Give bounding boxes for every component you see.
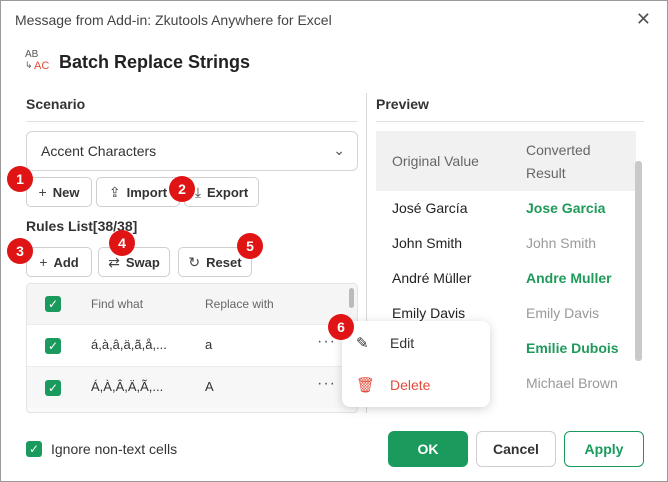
- original-value-cell: José García: [392, 200, 468, 216]
- more-options-icon[interactable]: ···: [317, 375, 336, 393]
- preview-row: José García Jose Garcia: [376, 191, 636, 226]
- delete-menu-item[interactable]: 🗑 Delete: [342, 365, 490, 405]
- apply-button[interactable]: Apply: [564, 431, 644, 467]
- export-button[interactable]: ⤓ Export: [184, 177, 259, 207]
- converted-result-cell: John Smith: [526, 235, 597, 251]
- original-value-cell: François Martin: [392, 410, 488, 413]
- original-value-header: Original Value: [392, 153, 479, 169]
- add-rule-button[interactable]: + Add: [26, 247, 92, 277]
- swap-icon: ⇄: [108, 253, 120, 270]
- row-checkbox[interactable]: ✓: [45, 338, 61, 354]
- edit-menu-item[interactable]: ✎ Edit: [342, 323, 490, 363]
- scenario-select[interactable]: Accent Characters ⌄: [26, 131, 358, 171]
- row-context-menu: ✎ Edit 🗑 Delete: [342, 321, 490, 407]
- converted-result-cell: Andre Muller: [526, 270, 612, 286]
- scenario-label: Scenario: [26, 96, 86, 112]
- scenario-divider: [26, 121, 358, 122]
- ignore-non-text-checkbox[interactable]: ✓: [26, 441, 42, 457]
- rules-table: ✓ Find what Replace with ✓ á,à,â,ä,ã,å,.…: [26, 283, 358, 413]
- row-checkbox[interactable]: ✓: [45, 380, 61, 396]
- close-icon[interactable]: ✕: [636, 9, 651, 30]
- annotation-badge: 5: [237, 233, 263, 259]
- original-value-cell: John Smith: [392, 235, 463, 251]
- import-button[interactable]: ⇪ Import: [96, 177, 180, 207]
- annotation-badge: 3: [7, 238, 33, 264]
- plus-icon: +: [39, 254, 48, 270]
- converted-result-cell: Emily Davis: [526, 305, 600, 321]
- rules-scrollbar[interactable]: [349, 288, 354, 308]
- trash-icon: 🗑: [356, 377, 376, 394]
- preview-divider: [376, 121, 644, 122]
- pencil-icon: ✎: [356, 335, 369, 352]
- window-title: Message from Add-in: Zkutools Anywhere f…: [15, 12, 332, 28]
- rules-table-header: ✓ Find what Replace with: [27, 284, 357, 324]
- select-all-checkbox[interactable]: ✓: [45, 296, 61, 312]
- new-button[interactable]: + New: [26, 177, 92, 207]
- chevron-down-icon: ⌄: [333, 142, 345, 158]
- converted-header-line2: Result: [526, 165, 566, 181]
- swap-button[interactable]: ⇄ Swap: [98, 247, 170, 277]
- table-row[interactable]: ✓ á,à,â,ä,ã,å,... a ···: [27, 324, 357, 366]
- original-value-cell: André Müller: [392, 270, 472, 286]
- annotation-badge: 2: [169, 176, 195, 202]
- refresh-icon: ↻: [188, 253, 201, 270]
- replace-with-cell: a: [205, 337, 213, 352]
- plus-icon: +: [38, 184, 47, 200]
- dialog-header: AB ↳ AC Batch Replace Strings: [25, 49, 250, 75]
- converted-result-cell: Francois Martin: [526, 410, 630, 413]
- ok-button[interactable]: OK: [388, 431, 468, 467]
- page-title: Batch Replace Strings: [59, 51, 251, 72]
- ignore-non-text-label: Ignore non-text cells: [51, 441, 178, 457]
- converted-result-cell: Emilie Dubois: [526, 340, 619, 356]
- original-value-cell: Emily Davis: [392, 305, 466, 321]
- preview-label: Preview: [376, 96, 429, 112]
- replace-with-header: Replace with: [205, 297, 274, 311]
- find-what-cell: Á,À,Â,Ä,Ã,...: [91, 379, 164, 394]
- converted-header-line1: Converted: [526, 142, 591, 158]
- replace-with-cell: A: [205, 379, 214, 394]
- converted-result-cell: Jose Garcia: [526, 200, 606, 216]
- preview-scrollbar[interactable]: [635, 161, 642, 361]
- preview-row: André Müller Andre Muller: [376, 261, 636, 296]
- download-icon: ⤓: [194, 183, 202, 200]
- upload-icon: ⇪: [108, 183, 121, 200]
- preview-table-header: Original Value Converted Result: [376, 131, 636, 191]
- dialog-window: Message from Add-in: Zkutools Anywhere f…: [0, 0, 668, 482]
- batch-replace-icon: AB ↳ AC: [25, 49, 50, 72]
- converted-result-cell: Michael Brown: [526, 375, 618, 391]
- annotation-badge: 6: [328, 314, 354, 340]
- table-row[interactable]: ✓ Á,À,Â,Ä,Ã,... A ···: [27, 366, 357, 408]
- annotation-badge: 4: [109, 230, 135, 256]
- cancel-button[interactable]: Cancel: [476, 431, 556, 467]
- preview-row: John Smith John Smith: [376, 226, 636, 261]
- find-what-cell: á,à,â,ä,ã,å,...: [91, 337, 167, 352]
- scenario-selected-value: Accent Characters: [41, 143, 157, 159]
- annotation-badge: 1: [7, 166, 33, 192]
- find-what-header: Find what: [91, 297, 144, 311]
